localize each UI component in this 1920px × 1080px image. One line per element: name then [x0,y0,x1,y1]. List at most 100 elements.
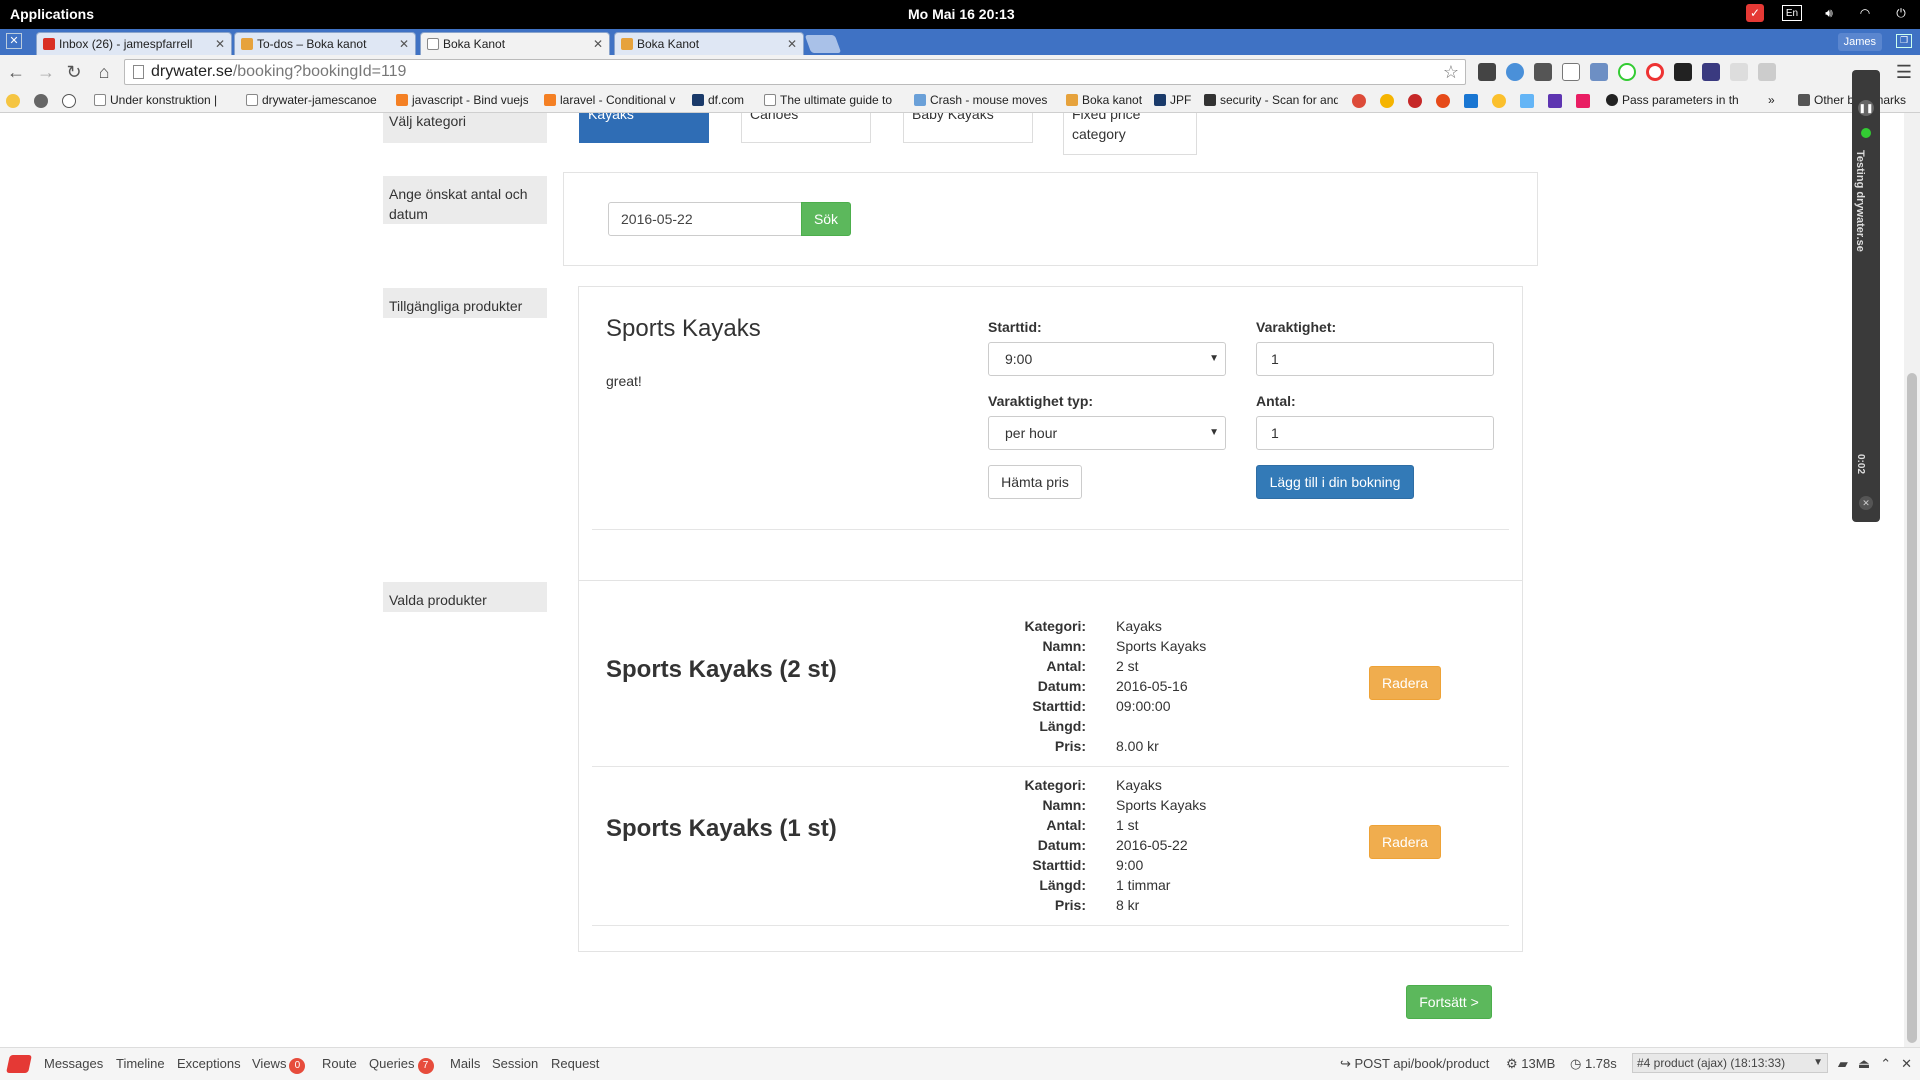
vue-devtools-icon[interactable] [1758,63,1776,81]
translate-icon[interactable] [1520,94,1534,108]
extension-icon[interactable] [1702,63,1720,81]
debugbar-tab-route[interactable]: Route [322,1056,357,1071]
maximize-icon[interactable]: ⏏ [1858,1056,1870,1072]
close-tab-icon[interactable]: ✕ [593,37,603,51]
duration-input[interactable]: 1 [1256,342,1494,376]
page-scrollbar[interactable] [1904,113,1920,1047]
extension-icon[interactable] [1506,63,1524,81]
stop-icon[interactable]: ✕ [1859,496,1873,510]
product-title: Sports Kayaks [606,315,761,342]
tab-label: To-dos – Boka kanot [257,37,367,51]
tab-inbox[interactable]: Inbox (26) - jamespfarrell ✕ [36,32,232,55]
bookmark-icon[interactable] [1492,94,1506,108]
debugbar-tab-request[interactable]: Request [551,1056,599,1071]
forward-icon[interactable]: → [36,62,56,82]
bookmark-chat-icon[interactable] [62,94,76,108]
bookmark-item[interactable]: Pass parameters in th [1606,93,1746,107]
close-window-icon[interactable]: ✕ [6,33,22,49]
scrollbar-thumb[interactable] [1907,373,1917,1043]
detail-key: Pris: [1054,738,1086,754]
google-plus-icon[interactable] [1352,94,1366,108]
back-icon[interactable]: ← [6,62,26,82]
quantity-input[interactable]: 1 [1256,416,1494,450]
close-tab-icon[interactable]: ✕ [399,37,409,51]
reload-icon[interactable]: ↻ [64,62,84,82]
checkmark-extension-icon[interactable] [1674,63,1692,81]
bookmark-item[interactable]: drywater-jamescanoe [246,93,380,107]
profile-button[interactable]: James [1837,33,1882,51]
todo-tray-icon[interactable]: ✓ [1746,4,1764,22]
wifi-icon[interactable]: ◠ [1856,4,1874,22]
bookmark-item[interactable]: Under konstruktion | [94,93,226,107]
debugbar-tab-messages[interactable]: Messages [44,1056,103,1071]
start-time-select[interactable]: 9:00 ▼ [988,342,1226,376]
new-tab-button[interactable] [804,35,842,53]
laravel-logo-icon[interactable] [6,1055,32,1073]
debugbar-tab-mails[interactable]: Mails [450,1056,480,1071]
tab-todos[interactable]: To-dos – Boka kanot ✕ [234,32,416,55]
bookmark-item[interactable]: security - Scan for and [1204,93,1338,107]
category-canoes-button[interactable]: Canoes [741,113,871,143]
extension-icon[interactable] [1730,63,1748,81]
bookmark-apps-icon[interactable] [34,94,48,108]
category-kayaks-button[interactable]: Kayaks [579,113,709,143]
bookmark-item[interactable]: Boka kanot [1066,93,1146,107]
bookmark-item[interactable]: javascript - Bind vuejs [396,93,528,107]
bookmark-star-icon[interactable]: ☆ [1443,60,1459,84]
debugbar-tab-session[interactable]: Session [492,1056,538,1071]
apps-grid-icon[interactable] [1576,94,1590,108]
browser-menu-icon[interactable]: ☰ [1896,62,1912,83]
date-input[interactable]: 2016-05-22 [608,202,802,236]
search-button[interactable]: Sök [801,202,851,236]
bookmark-item[interactable]: Crash - mouse moves [914,93,1050,107]
volume-icon[interactable]: 🔊︎ [1820,4,1838,22]
add-to-booking-button[interactable]: Lägg till i din bokning [1256,465,1414,499]
address-bar[interactable]: drywater.se/booking?bookingId=119 ☆ [124,59,1466,85]
minimize-icon[interactable]: ⌃ [1880,1056,1891,1072]
debugbar-tab-exceptions[interactable]: Exceptions [177,1056,241,1071]
delete-button[interactable]: Radera [1369,825,1441,859]
bookmark-icon[interactable] [1548,94,1562,108]
close-icon[interactable]: ✕ [1901,1056,1912,1072]
debugbar-tab-timeline[interactable]: Timeline [116,1056,165,1071]
close-tab-icon[interactable]: ✕ [215,37,225,51]
home-icon[interactable]: ⌂ [94,62,114,82]
ublock-icon[interactable] [1534,63,1552,81]
browser-toolbar: ← → ↻ ⌂ drywater.se/booking?bookingId=11… [0,55,1920,89]
power-icon[interactable]: ⏻ [1892,4,1910,22]
plus-extension-icon[interactable] [1618,63,1636,81]
close-tab-icon[interactable]: ✕ [787,37,797,51]
bookmark-icon[interactable] [1380,94,1394,108]
bookmark-item[interactable]: df.com [692,93,758,107]
bookmark-item[interactable]: The ultimate guide to [764,93,896,107]
folder-open-icon[interactable]: ▰ [1838,1056,1848,1072]
clock[interactable]: Mo Mai 16 20:13 [908,6,1015,22]
keyboard-layout-icon[interactable]: En [1782,5,1802,21]
category-fixed-price-button[interactable]: Fixed price category [1063,113,1197,155]
tomato-icon[interactable] [1408,94,1422,108]
bookmark-item[interactable]: laravel - Conditional v [544,93,676,107]
bookmarks-overflow-icon[interactable]: » [1768,93,1788,107]
debugbar-tab-views[interactable]: Views 0 [252,1056,306,1074]
bookmark-check-icon[interactable] [6,94,20,108]
duration-type-select[interactable]: per hour ▼ [988,416,1226,450]
pocket-icon[interactable] [1478,63,1496,81]
category-baby-kayaks-button[interactable]: Baby Kayaks [903,113,1033,143]
get-price-button[interactable]: Hämta pris [988,465,1082,499]
continue-button[interactable]: Fortsätt > [1406,985,1492,1019]
trello-icon[interactable] [1464,94,1478,108]
tools-icon[interactable] [1562,63,1580,81]
bookmark-icon[interactable] [1436,94,1450,108]
opera-icon[interactable] [1646,63,1664,81]
devtools-icon[interactable] [1590,63,1608,81]
pause-icon[interactable]: ❚❚ [1858,100,1874,116]
restore-window-icon[interactable]: ❐ [1896,34,1912,48]
tab-boka-kanot-active[interactable]: Boka Kanot ✕ [420,32,610,55]
bookmark-item[interactable]: JPF [1154,93,1204,107]
debugbar-tab-queries[interactable]: Queries 7 [369,1056,434,1074]
delete-button[interactable]: Radera [1369,666,1441,700]
tab-boka-kanot[interactable]: Boka Kanot ✕ [614,32,804,55]
detail-value: 2016-05-22 [1116,837,1188,853]
request-history-select[interactable]: #4 product (ajax) (18:13:33) ▼ [1632,1053,1828,1073]
applications-menu[interactable]: Applications [10,6,94,22]
